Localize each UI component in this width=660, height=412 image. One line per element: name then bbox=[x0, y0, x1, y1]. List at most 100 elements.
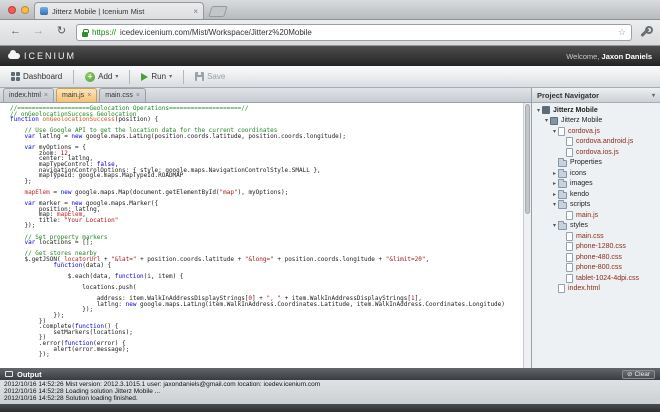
folder-icon bbox=[558, 158, 567, 168]
tree-item-cordova-android-js[interactable]: cordova.android.js bbox=[532, 137, 660, 148]
tree-expand-icon[interactable]: ▸ bbox=[551, 170, 558, 177]
solution-icon bbox=[542, 106, 550, 115]
navigator-collapse-icon[interactable]: ▾ bbox=[652, 92, 655, 99]
toolbar-separator bbox=[73, 69, 75, 84]
tree-item-scripts[interactable]: ▾ scripts bbox=[532, 200, 660, 211]
chrome-menu-button[interactable] bbox=[638, 25, 653, 40]
editor-scrollbar[interactable] bbox=[523, 103, 531, 368]
log-line: 2012/10/16 14:52:26 Mist version: 2012.3… bbox=[4, 381, 321, 388]
code-line: }); bbox=[10, 351, 50, 359]
tree-item-phone-480-css[interactable]: phone-480.css bbox=[532, 252, 660, 263]
tree-item-phone-800-css[interactable]: phone-800.css bbox=[532, 263, 660, 274]
tree-item-jitterz-mobile[interactable]: ▾ Jitterz Mobile bbox=[532, 116, 660, 127]
tree-item-label: phone-800.css bbox=[576, 264, 622, 272]
tree-expand-icon[interactable]: ▾ bbox=[551, 222, 558, 229]
add-button[interactable]: + Add ▾ bbox=[81, 70, 122, 84]
log-line: 2012/10/16 14:52:28 Solution loading fin… bbox=[4, 395, 138, 403]
tab-close-icon[interactable]: × bbox=[193, 7, 198, 16]
bookmark-star-icon[interactable]: ☆ bbox=[618, 27, 626, 38]
close-window-button[interactable] bbox=[8, 6, 16, 14]
tree-item-kendo[interactable]: ▸ kendo bbox=[532, 189, 660, 200]
back-button[interactable]: ← bbox=[7, 24, 24, 41]
tree-item-properties[interactable]: Properties bbox=[532, 158, 660, 169]
tree-item-styles[interactable]: ▾ styles bbox=[532, 221, 660, 232]
browser-window: Jitterz Mobile | Icenium Mist × ← → ↻ ht… bbox=[0, 0, 660, 412]
address-bar[interactable]: https://icedev.icenium.com/Mist/Workspac… bbox=[76, 24, 632, 41]
tree-item-icons[interactable]: ▸ icons bbox=[532, 168, 660, 179]
tree-expand-icon[interactable]: ▸ bbox=[551, 191, 558, 198]
save-button[interactable]: Save bbox=[191, 70, 229, 83]
editor-column: index.html × main.js × main.css × //=========… bbox=[0, 88, 532, 368]
scrollbar-thumb[interactable] bbox=[525, 104, 530, 214]
file-icon bbox=[566, 273, 573, 283]
add-dropdown-icon[interactable]: ▾ bbox=[115, 73, 118, 80]
file-icon bbox=[566, 252, 573, 262]
file-icon bbox=[558, 284, 565, 294]
file-icon bbox=[566, 137, 573, 147]
run-dropdown-icon[interactable]: ▾ bbox=[169, 73, 172, 80]
tree-expand-icon[interactable]: ▸ bbox=[551, 180, 558, 187]
tree-item-tablet-1024-4dpi-css[interactable]: tablet-1024-4dpi.css bbox=[532, 273, 660, 284]
tree-expand-icon[interactable]: ▾ bbox=[535, 107, 542, 114]
code-editor[interactable]: //====================Geolocation Operat… bbox=[0, 103, 531, 368]
favicon bbox=[40, 7, 48, 15]
output-icon bbox=[5, 371, 13, 377]
editor-tab-main.css[interactable]: main.css × bbox=[99, 88, 146, 102]
ssl-lock-icon bbox=[82, 28, 89, 37]
tree-item-cordova-ios-js[interactable]: cordova.ios.js bbox=[532, 147, 660, 158]
tree-item-label: images bbox=[570, 180, 593, 188]
welcome-text: Welcome, Jaxon Daniels bbox=[566, 52, 652, 61]
tree-item-phone-1280-css[interactable]: phone-1280.css bbox=[532, 242, 660, 253]
project-navigator-title: Project Navigator bbox=[537, 90, 600, 100]
file-icon bbox=[566, 242, 573, 252]
folder-icon bbox=[558, 179, 567, 189]
tree-expand-icon[interactable]: ▾ bbox=[551, 201, 558, 208]
code-area[interactable]: //====================Geolocation Operat… bbox=[0, 103, 523, 368]
project-navigator: Project Navigator ▾ ▾ Jitterz Mobile ▾ Jitt… bbox=[532, 88, 660, 368]
chrome-toolbar: ← → ↻ https://icedev.icenium.com/Mist/Wo… bbox=[0, 20, 660, 46]
clear-output-button[interactable]: ⊘ Clear bbox=[622, 369, 655, 379]
tab-close-icon[interactable]: × bbox=[87, 92, 91, 99]
clear-icon: ⊘ bbox=[627, 371, 633, 378]
toolbar-separator bbox=[129, 69, 131, 84]
tab-close-icon[interactable]: × bbox=[44, 92, 48, 99]
tree-item-label: cordova.android.js bbox=[576, 138, 634, 146]
reload-button[interactable]: ↻ bbox=[53, 24, 70, 41]
tree-item-main-css[interactable]: main.css bbox=[532, 231, 660, 242]
folder-icon bbox=[558, 221, 567, 231]
output-log[interactable]: 2012/10/16 14:52:26 Mist version: 2012.3… bbox=[0, 380, 660, 404]
tree-item-label: Jitterz Mobile bbox=[553, 106, 598, 114]
file-icon bbox=[566, 263, 573, 273]
toolbar-separator bbox=[183, 69, 185, 84]
user-name[interactable]: Jaxon Daniels bbox=[602, 52, 652, 61]
tree-expand-icon[interactable]: ▾ bbox=[551, 128, 558, 135]
dashboard-label: Dashboard bbox=[23, 72, 63, 81]
tree-item-jitterz-mobile[interactable]: ▾ Jitterz Mobile bbox=[532, 105, 660, 116]
app-header: ICENIUM Welcome, Jaxon Daniels bbox=[0, 46, 660, 66]
tree-item-label: Properties bbox=[570, 159, 602, 167]
tree-item-main-js[interactable]: main.js bbox=[532, 210, 660, 221]
save-label: Save bbox=[207, 72, 226, 81]
tab-close-icon[interactable]: × bbox=[136, 92, 140, 99]
tree-item-images[interactable]: ▸ images bbox=[532, 179, 660, 190]
editor-tabstrip: index.html × main.js × main.css × bbox=[0, 88, 531, 103]
minimize-window-button[interactable] bbox=[21, 6, 29, 14]
run-play-icon bbox=[141, 72, 149, 81]
new-tab-button[interactable] bbox=[208, 6, 228, 17]
tree-item-label: phone-1280.css bbox=[576, 243, 626, 251]
tree-item-label: tablet-1024-4dpi.css bbox=[576, 274, 640, 282]
tree-item-cordova-js[interactable]: ▾ cordova.js bbox=[532, 126, 660, 137]
editor-tab-index.html[interactable]: index.html × bbox=[3, 88, 54, 102]
run-button[interactable]: Run ▾ bbox=[137, 70, 176, 83]
dashboard-button[interactable]: Dashboard bbox=[7, 70, 66, 83]
tree-item-index-html[interactable]: index.html bbox=[532, 284, 660, 295]
browser-tab-title: Jitterz Mobile | Icenium Mist bbox=[52, 6, 145, 16]
browser-tab[interactable]: Jitterz Mobile | Icenium Mist × bbox=[34, 2, 204, 19]
save-floppy-icon bbox=[195, 72, 205, 81]
tree-item-label: styles bbox=[570, 222, 588, 230]
tree-expand-icon[interactable]: ▾ bbox=[543, 117, 550, 124]
tree-item-label: cordova.ios.js bbox=[576, 148, 619, 156]
editor-tab-main.js[interactable]: main.js × bbox=[56, 88, 98, 102]
file-icon bbox=[566, 210, 573, 220]
forward-button[interactable]: → bbox=[30, 24, 47, 41]
